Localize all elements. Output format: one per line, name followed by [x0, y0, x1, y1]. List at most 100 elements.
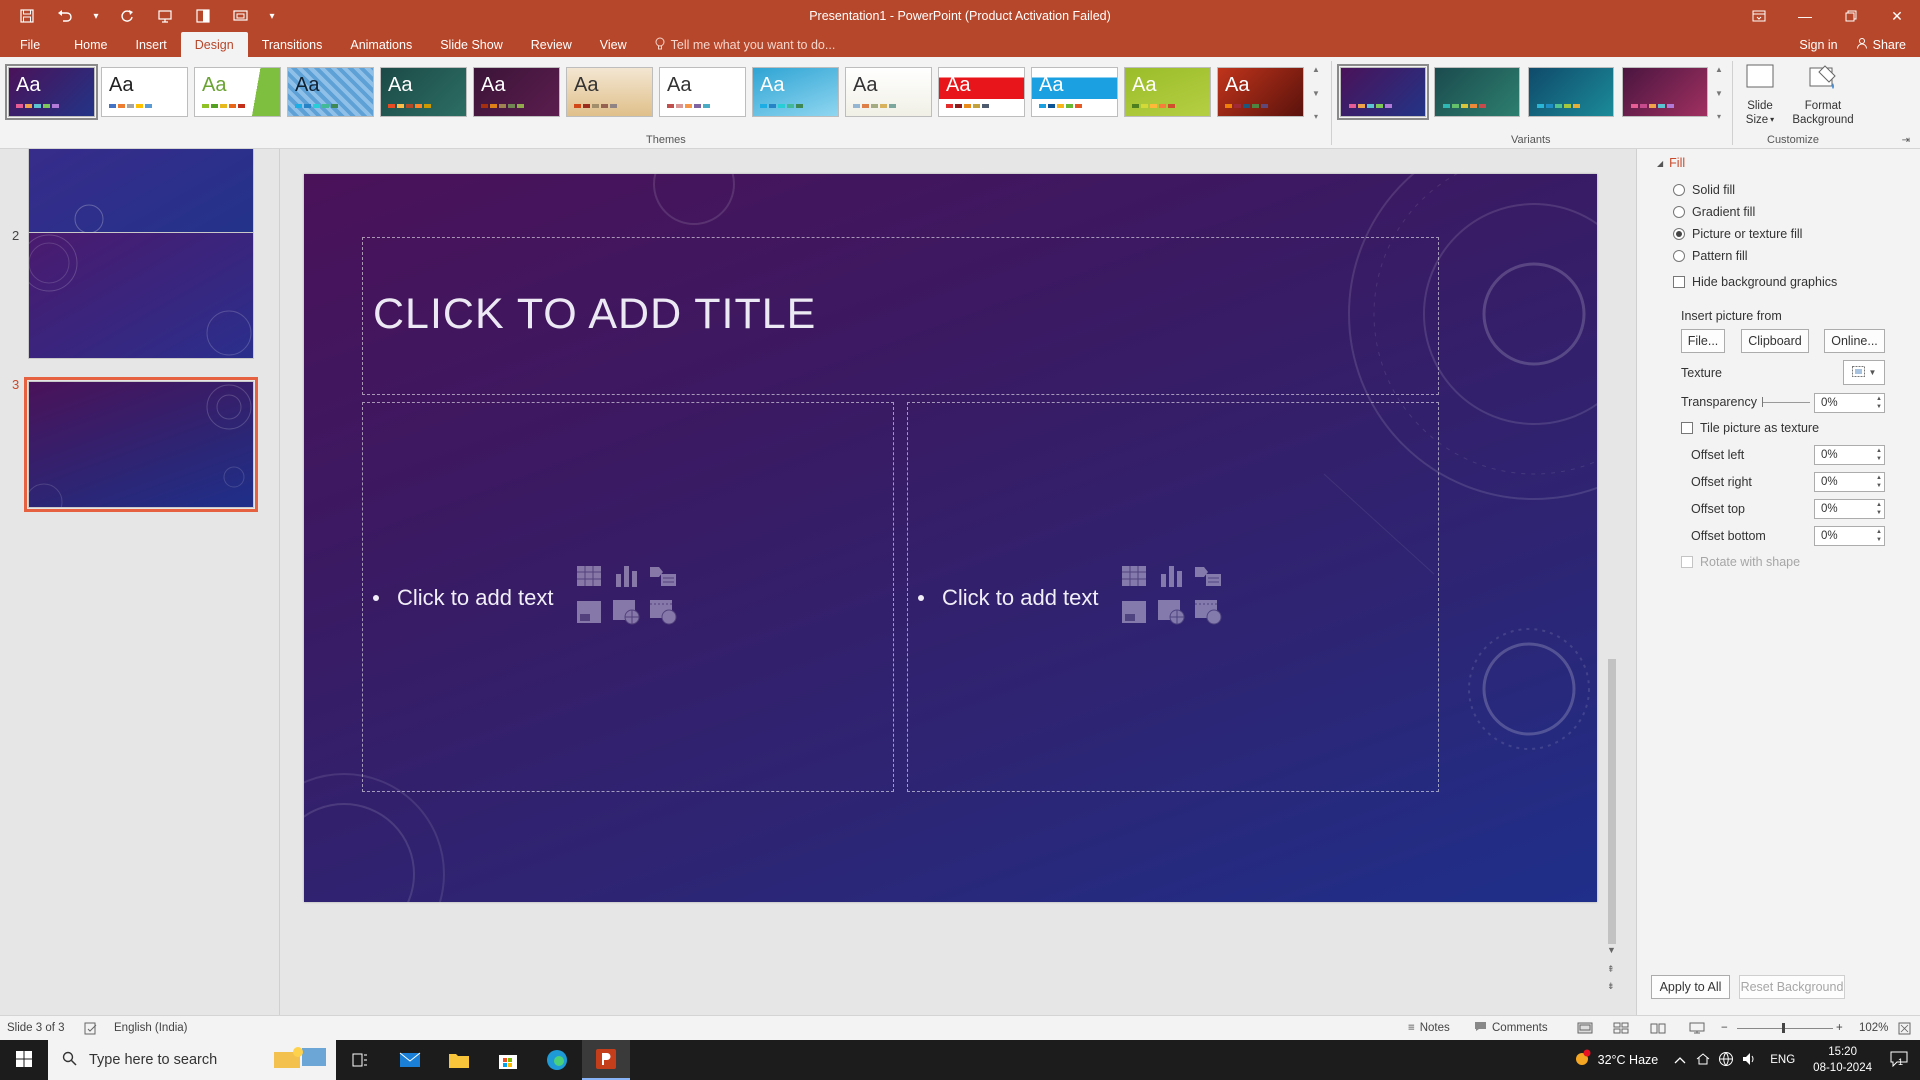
scroll-up-icon[interactable]: ▲: [1312, 65, 1320, 74]
file-explorer-icon[interactable]: [435, 1040, 483, 1080]
solid-fill-radio[interactable]: [1673, 184, 1685, 196]
theme-thumbnail[interactable]: Aa: [938, 67, 1025, 117]
tell-me-box[interactable]: Tell me what you want to do...: [641, 32, 835, 57]
insert-table-icon[interactable]: [1120, 563, 1148, 589]
normal-view-icon[interactable]: [1577, 1022, 1593, 1034]
tab-transitions[interactable]: Transitions: [248, 32, 337, 57]
picture-fill-option[interactable]: Picture or texture fill: [1673, 227, 1802, 241]
theme-thumbnail[interactable]: Aa: [752, 67, 839, 117]
scroll-down-icon[interactable]: ▼: [1715, 89, 1723, 98]
minimize-icon[interactable]: —: [1782, 0, 1828, 32]
zoom-slider-thumb[interactable]: [1782, 1023, 1785, 1033]
tab-home[interactable]: Home: [60, 32, 121, 57]
insert-online-picture-icon[interactable]: [1157, 599, 1185, 625]
tab-design[interactable]: Design: [180, 32, 248, 57]
ribbon-display-options-icon[interactable]: [1736, 0, 1782, 32]
clock[interactable]: 15:20 08-10-2024: [1803, 1044, 1882, 1076]
next-slide-icon[interactable]: ⇟: [1607, 981, 1615, 992]
pattern-fill-option[interactable]: Pattern fill: [1673, 249, 1748, 263]
insert-smartart-icon[interactable]: [649, 563, 677, 589]
volume-icon[interactable]: [1738, 1052, 1762, 1069]
gradient-fill-radio[interactable]: [1673, 206, 1685, 218]
tab-slide-show[interactable]: Slide Show: [426, 32, 517, 57]
tile-picture-option[interactable]: Tile picture as texture: [1681, 421, 1819, 435]
sign-in-link[interactable]: Sign in: [1799, 38, 1837, 52]
pin-ribbon-icon[interactable]: ⇥: [1902, 135, 1910, 146]
security-icon[interactable]: [1692, 1052, 1714, 1069]
hide-background-checkbox[interactable]: [1673, 276, 1685, 288]
texture-picker[interactable]: ▼: [1843, 360, 1885, 385]
save-icon[interactable]: [10, 0, 44, 32]
restore-icon[interactable]: [1828, 0, 1874, 32]
language-indicator[interactable]: English (India): [114, 1022, 188, 1034]
theme-thumbnail[interactable]: Aa: [659, 67, 746, 117]
customize-qat-icon[interactable]: ▾: [262, 0, 282, 32]
zoom-level[interactable]: 102%: [1859, 1022, 1888, 1034]
scrollbar-thumb[interactable]: [1608, 659, 1616, 944]
tile-picture-checkbox[interactable]: [1681, 422, 1693, 434]
microsoft-store-icon[interactable]: [484, 1040, 532, 1080]
insert-smartart-icon[interactable]: [1194, 563, 1222, 589]
mail-icon[interactable]: [386, 1040, 434, 1080]
slide-sorter-icon[interactable]: [1613, 1022, 1629, 1034]
slide-size-button[interactable]: Slide Size ▾: [1742, 63, 1778, 127]
theme-thumbnail[interactable]: Aa: [380, 67, 467, 117]
theme-thumbnail[interactable]: Aa: [194, 67, 281, 117]
offset-bottom-input[interactable]: 0% ▲ ▼: [1814, 526, 1885, 546]
presenter-icon[interactable]: [224, 0, 258, 32]
insert-chart-icon[interactable]: [612, 563, 640, 589]
hide-background-option[interactable]: Hide background graphics: [1673, 275, 1837, 289]
more-variants-icon[interactable]: ▾: [1717, 112, 1721, 121]
redo-icon[interactable]: [110, 0, 144, 32]
spell-check-icon[interactable]: [84, 1022, 98, 1035]
vertical-scrollbar[interactable]: ▼ ⇞ ⇟: [1604, 149, 1621, 1015]
powerpoint-taskbar-icon[interactable]: [582, 1040, 630, 1080]
slide-thumbnail[interactable]: [28, 232, 254, 359]
solid-fill-option[interactable]: Solid fill: [1673, 183, 1735, 197]
input-language[interactable]: ENG: [1762, 1054, 1803, 1066]
title-placeholder[interactable]: CLICK TO ADD TITLE: [362, 237, 1439, 395]
zoom-slider[interactable]: [1737, 1028, 1833, 1029]
reading-view-icon[interactable]: [1650, 1022, 1666, 1034]
show-hidden-icons-icon[interactable]: [1668, 1053, 1692, 1067]
spin-arrows-icon[interactable]: ▲ ▼: [1876, 528, 1882, 544]
task-view-icon[interactable]: [336, 1040, 384, 1080]
tab-animations[interactable]: Animations: [336, 32, 426, 57]
theme-thumbnail[interactable]: Aa: [287, 67, 374, 117]
left-content-placeholder[interactable]: Click to add text: [362, 402, 894, 792]
comments-button[interactable]: Comments: [1474, 1021, 1548, 1035]
fit-to-window-icon[interactable]: [1898, 1022, 1911, 1035]
scroll-down-icon[interactable]: ▼: [1607, 945, 1616, 955]
undo-icon[interactable]: [48, 0, 82, 32]
scroll-up-icon[interactable]: ▲: [1715, 65, 1723, 74]
insert-video-icon[interactable]: [649, 599, 677, 625]
slide-thumbnail[interactable]: [28, 149, 254, 235]
tab-file[interactable]: File: [0, 32, 60, 57]
transparency-slider[interactable]: [1762, 397, 1810, 407]
slide-show-icon[interactable]: [1689, 1022, 1705, 1034]
online-button[interactable]: Online...: [1824, 329, 1885, 353]
offset-top-input[interactable]: 0% ▲ ▼: [1814, 499, 1885, 519]
theme-thumbnail[interactable]: Aa: [5, 64, 98, 120]
right-content-placeholder[interactable]: Click to add text: [907, 402, 1439, 792]
notification-center-icon[interactable]: 1: [1882, 1051, 1920, 1070]
current-slide[interactable]: CLICK TO ADD TITLE Click to add text Cli…: [304, 174, 1597, 902]
theme-thumbnail[interactable]: Aa: [845, 67, 932, 117]
spin-arrows-icon[interactable]: ▲ ▼: [1876, 501, 1882, 517]
tab-insert[interactable]: Insert: [122, 32, 181, 57]
transparency-input[interactable]: 0% ▲ ▼: [1814, 393, 1885, 413]
theme-thumbnail[interactable]: Aa: [1031, 67, 1118, 117]
variant-thumbnail[interactable]: [1434, 67, 1520, 117]
close-icon[interactable]: ✕: [1874, 0, 1920, 32]
more-themes-icon[interactable]: ▾: [1314, 112, 1318, 121]
insert-chart-icon[interactable]: [1157, 563, 1185, 589]
previous-slide-icon[interactable]: ⇞: [1607, 964, 1615, 975]
fill-section-header[interactable]: ◢ Fill: [1657, 156, 1685, 170]
apply-to-all-button[interactable]: Apply to All: [1651, 975, 1730, 999]
theme-thumbnail[interactable]: Aa: [473, 67, 560, 117]
scroll-down-icon[interactable]: ▼: [1312, 89, 1320, 98]
variant-thumbnail[interactable]: [1528, 67, 1614, 117]
file-button[interactable]: File...: [1681, 329, 1725, 353]
zoom-out-icon[interactable]: −: [1721, 1022, 1728, 1034]
theme-thumbnail[interactable]: Aa: [566, 67, 653, 117]
